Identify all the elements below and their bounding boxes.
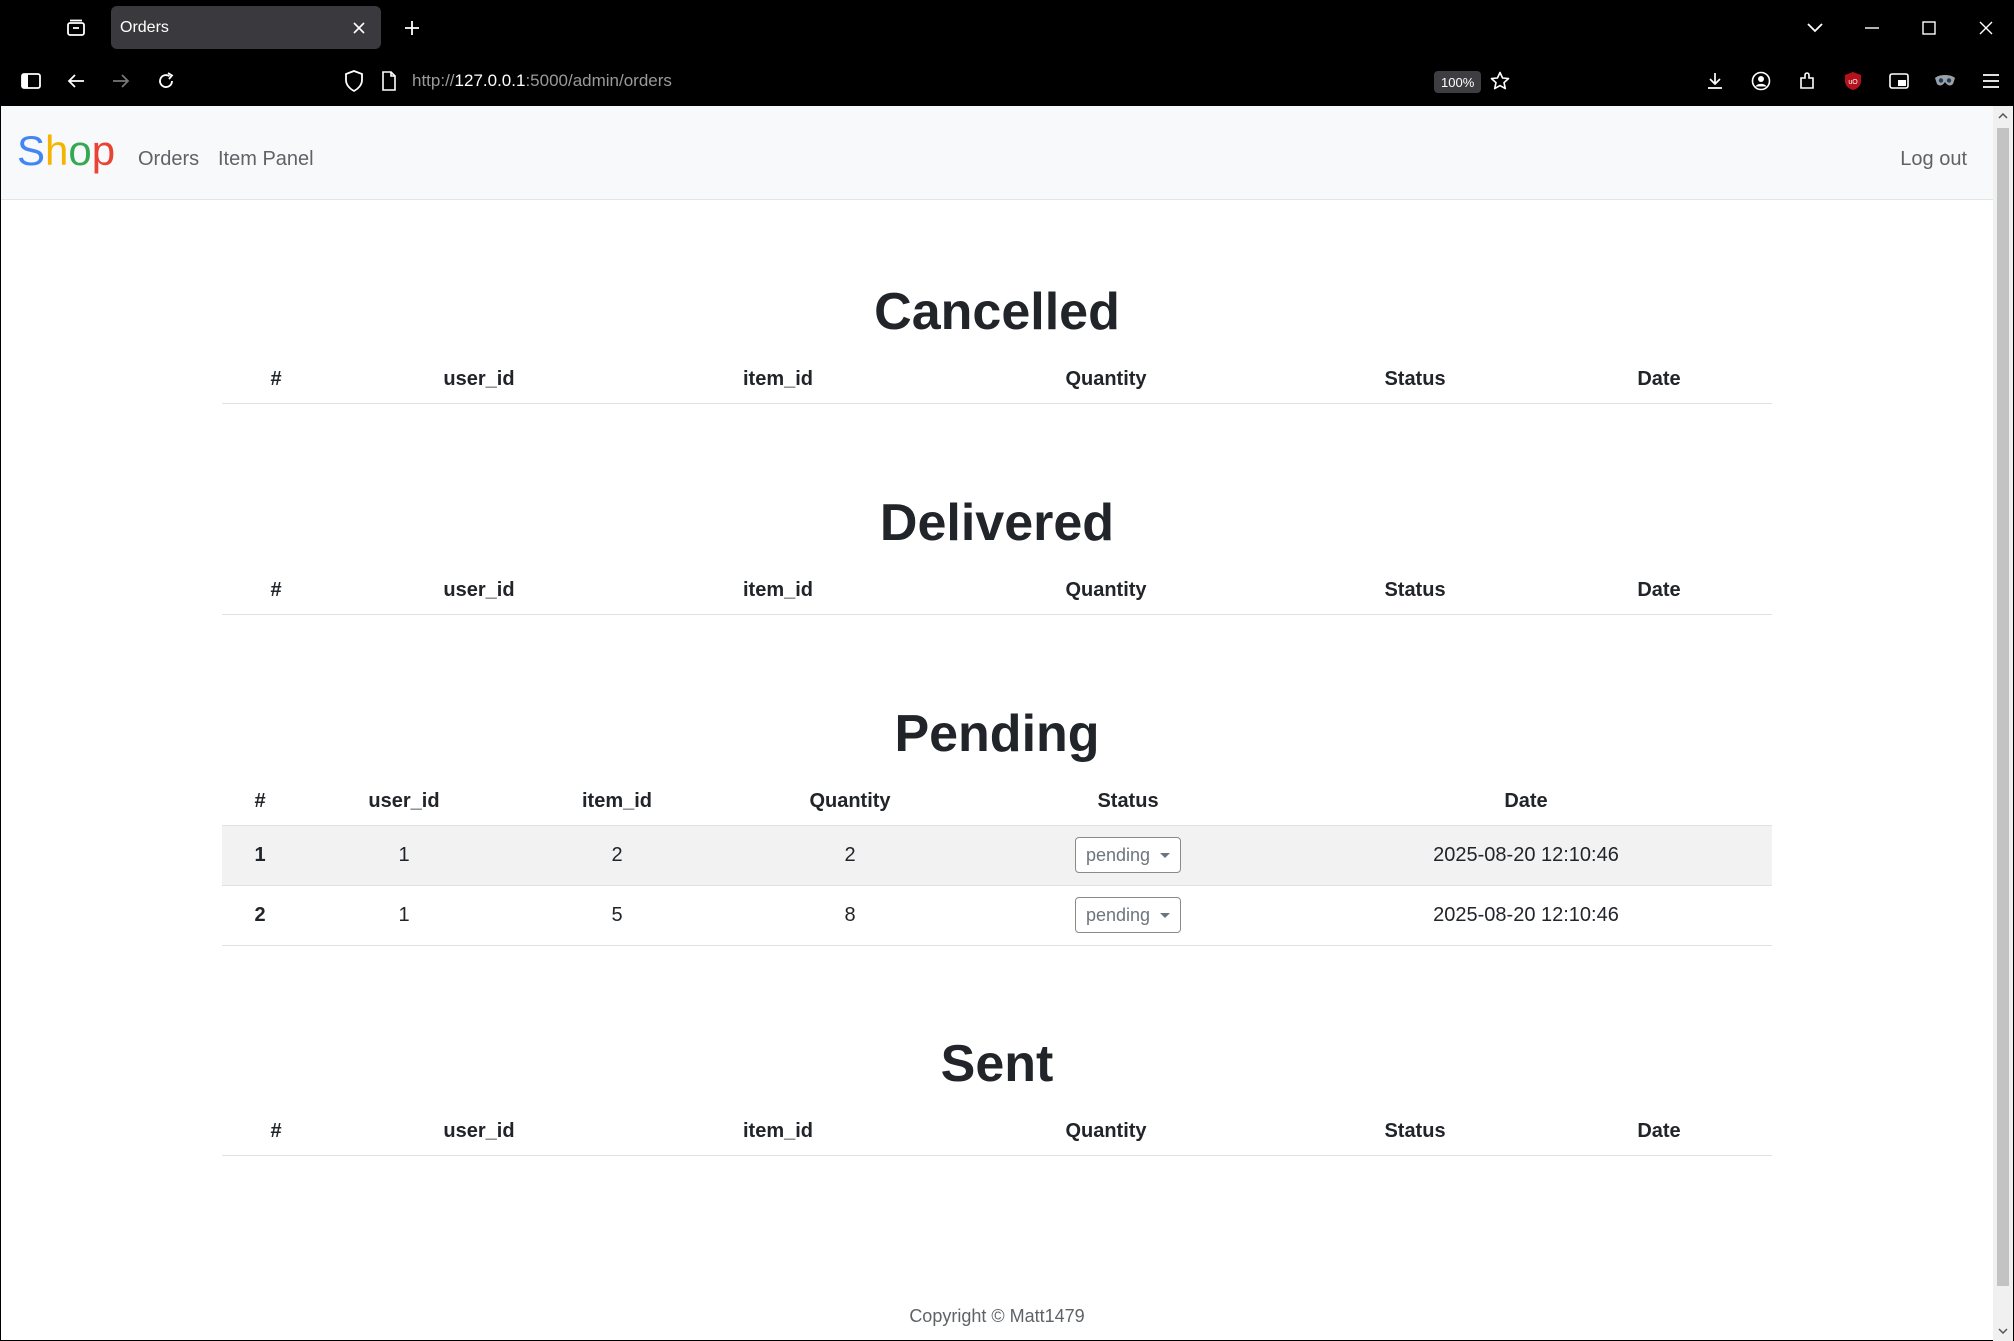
nav-link-item-panel[interactable]: Item Panel <box>218 148 314 171</box>
quantity-cell: 2 <box>724 825 976 886</box>
status-cell: pending <box>976 825 1280 886</box>
window-controls <box>1786 0 2014 56</box>
pending-orders-table: # user_id item_id Quantity Status Date 1… <box>222 775 1772 946</box>
column-header-item-id[interactable]: item_id <box>628 564 928 615</box>
toolbar-icons: uO <box>1692 65 2014 97</box>
section-title-sent: Sent <box>940 1035 1054 1093</box>
bookmark-star-icon[interactable] <box>1484 65 1516 97</box>
user-id-cell: 1 <box>298 885 510 946</box>
column-header-item-id[interactable]: item_id <box>628 353 928 404</box>
chevron-down-icon[interactable] <box>1786 0 1843 56</box>
nav-link-orders[interactable]: Orders <box>138 148 199 171</box>
browser-tab-orders[interactable]: Orders <box>111 6 381 49</box>
nav-link-logout[interactable]: Log out <box>1900 148 1967 171</box>
column-header-number[interactable]: # <box>222 775 298 826</box>
private-mask-icon[interactable] <box>1922 65 1968 97</box>
column-header-status[interactable]: Status <box>1284 353 1546 404</box>
column-header-quantity[interactable]: Quantity <box>928 1105 1284 1156</box>
page-footer: Copyright © Matt1479 <box>909 1306 1085 1326</box>
scroll-up-arrow-icon[interactable] <box>1997 110 2009 122</box>
caret-down-icon <box>1160 852 1171 858</box>
user-id-cell: 1 <box>298 825 510 886</box>
browser-tab-bar: Orders <box>0 0 2014 56</box>
column-header-user-id[interactable]: user_id <box>330 1105 628 1156</box>
order-number: 2 <box>222 885 298 946</box>
column-header-date[interactable]: Date <box>1546 1105 1772 1156</box>
item-id-cell: 5 <box>510 885 724 946</box>
status-select[interactable]: pending <box>1074 837 1182 873</box>
date-cell: 2025-08-20 12:10:46 <box>1280 885 1772 946</box>
column-header-date[interactable]: Date <box>1546 564 1772 615</box>
item-id-cell: 2 <box>510 825 724 886</box>
sent-orders-table: # user_id item_id Quantity Status Date <box>222 1105 1772 1156</box>
sidebar-toggle-icon[interactable] <box>14 65 48 97</box>
column-header-number[interactable]: # <box>222 1105 330 1156</box>
column-header-status[interactable]: Status <box>1284 564 1546 615</box>
column-header-number[interactable]: # <box>222 564 330 615</box>
column-header-status[interactable]: Status <box>976 775 1280 826</box>
column-header-item-id[interactable]: item_id <box>510 775 724 826</box>
column-header-item-id[interactable]: item_id <box>628 1105 928 1156</box>
table-row: 2 1 5 8 pending 2025-08-20 12:10:46 <box>222 885 1772 946</box>
tab-title: Orders <box>120 18 169 36</box>
date-cell: 2025-08-20 12:10:46 <box>1280 825 1772 886</box>
caret-down-icon <box>1160 912 1171 918</box>
status-cell: pending <box>976 885 1280 946</box>
extensions-icon[interactable] <box>1784 65 1830 97</box>
table-row: 1 1 2 2 pending 2025-08-20 12:10:46 <box>222 825 1772 886</box>
section-title-delivered: Delivered <box>879 494 1115 552</box>
svg-text:uO: uO <box>1848 79 1858 86</box>
table-header-row: # user_id item_id Quantity Status Date <box>222 353 1772 404</box>
tab-list-icon[interactable] <box>58 13 94 43</box>
scroll-down-arrow-icon[interactable] <box>1997 1325 2009 1337</box>
section-title-pending: Pending <box>894 705 1100 763</box>
close-icon[interactable] <box>347 16 371 40</box>
column-header-date[interactable]: Date <box>1280 775 1772 826</box>
back-arrow-icon[interactable] <box>59 65 93 97</box>
minimize-icon[interactable] <box>1843 0 1900 56</box>
page-viewport: Shop Orders Item Panel Log out Cancelled… <box>1 106 1993 1340</box>
column-header-number[interactable]: # <box>222 353 330 404</box>
page-info-icon[interactable] <box>381 71 397 96</box>
account-icon[interactable] <box>1738 65 1784 97</box>
quantity-cell: 8 <box>724 885 976 946</box>
column-header-status[interactable]: Status <box>1284 1105 1546 1156</box>
page-scrollbar[interactable] <box>1993 106 2013 1341</box>
menu-hamburger-icon[interactable] <box>1968 65 2014 97</box>
table-header-row: # user_id item_id Quantity Status Date <box>222 1105 1772 1156</box>
window-close-icon[interactable] <box>1957 0 2014 56</box>
cancelled-orders-table: # user_id item_id Quantity Status Date <box>222 353 1772 404</box>
table-header-row: # user_id item_id Quantity Status Date <box>222 775 1772 826</box>
column-header-quantity[interactable]: Quantity <box>928 353 1284 404</box>
column-header-quantity[interactable]: Quantity <box>724 775 976 826</box>
url-text[interactable]: http://127.0.0.1:5000/admin/orders <box>412 71 672 91</box>
reload-icon[interactable] <box>149 65 183 97</box>
site-navbar: Shop Orders Item Panel Log out <box>1 106 1993 200</box>
order-number: 1 <box>222 825 298 886</box>
forward-arrow-icon[interactable] <box>104 65 138 97</box>
status-select-value: pending <box>1085 844 1151 865</box>
status-select[interactable]: pending <box>1074 897 1182 933</box>
column-header-quantity[interactable]: Quantity <box>928 564 1284 615</box>
column-header-user-id[interactable]: user_id <box>298 775 510 826</box>
url-bar[interactable]: http://127.0.0.1:5000/admin/orders 100% <box>336 64 1510 98</box>
column-header-date[interactable]: Date <box>1546 353 1772 404</box>
zoom-level-badge[interactable]: 100% <box>1434 71 1482 93</box>
brand-logo[interactable]: Shop <box>17 130 115 172</box>
delivered-orders-table: # user_id item_id Quantity Status Date <box>222 564 1772 615</box>
status-select-value: pending <box>1085 904 1151 925</box>
column-header-user-id[interactable]: user_id <box>330 564 628 615</box>
downloads-icon[interactable] <box>1692 65 1738 97</box>
section-title-cancelled: Cancelled <box>874 283 1120 341</box>
scrollbar-thumb[interactable] <box>1997 128 2009 1286</box>
picture-in-picture-icon[interactable] <box>1876 65 1922 97</box>
shield-icon[interactable] <box>344 70 364 97</box>
new-tab-plus-icon[interactable] <box>396 13 428 43</box>
ublock-icon[interactable]: uO <box>1830 65 1876 97</box>
browser-toolbar: http://127.0.0.1:5000/admin/orders 100% … <box>0 56 2014 106</box>
table-header-row: # user_id item_id Quantity Status Date <box>222 564 1772 615</box>
maximize-icon[interactable] <box>1900 0 1957 56</box>
column-header-user-id[interactable]: user_id <box>330 353 628 404</box>
